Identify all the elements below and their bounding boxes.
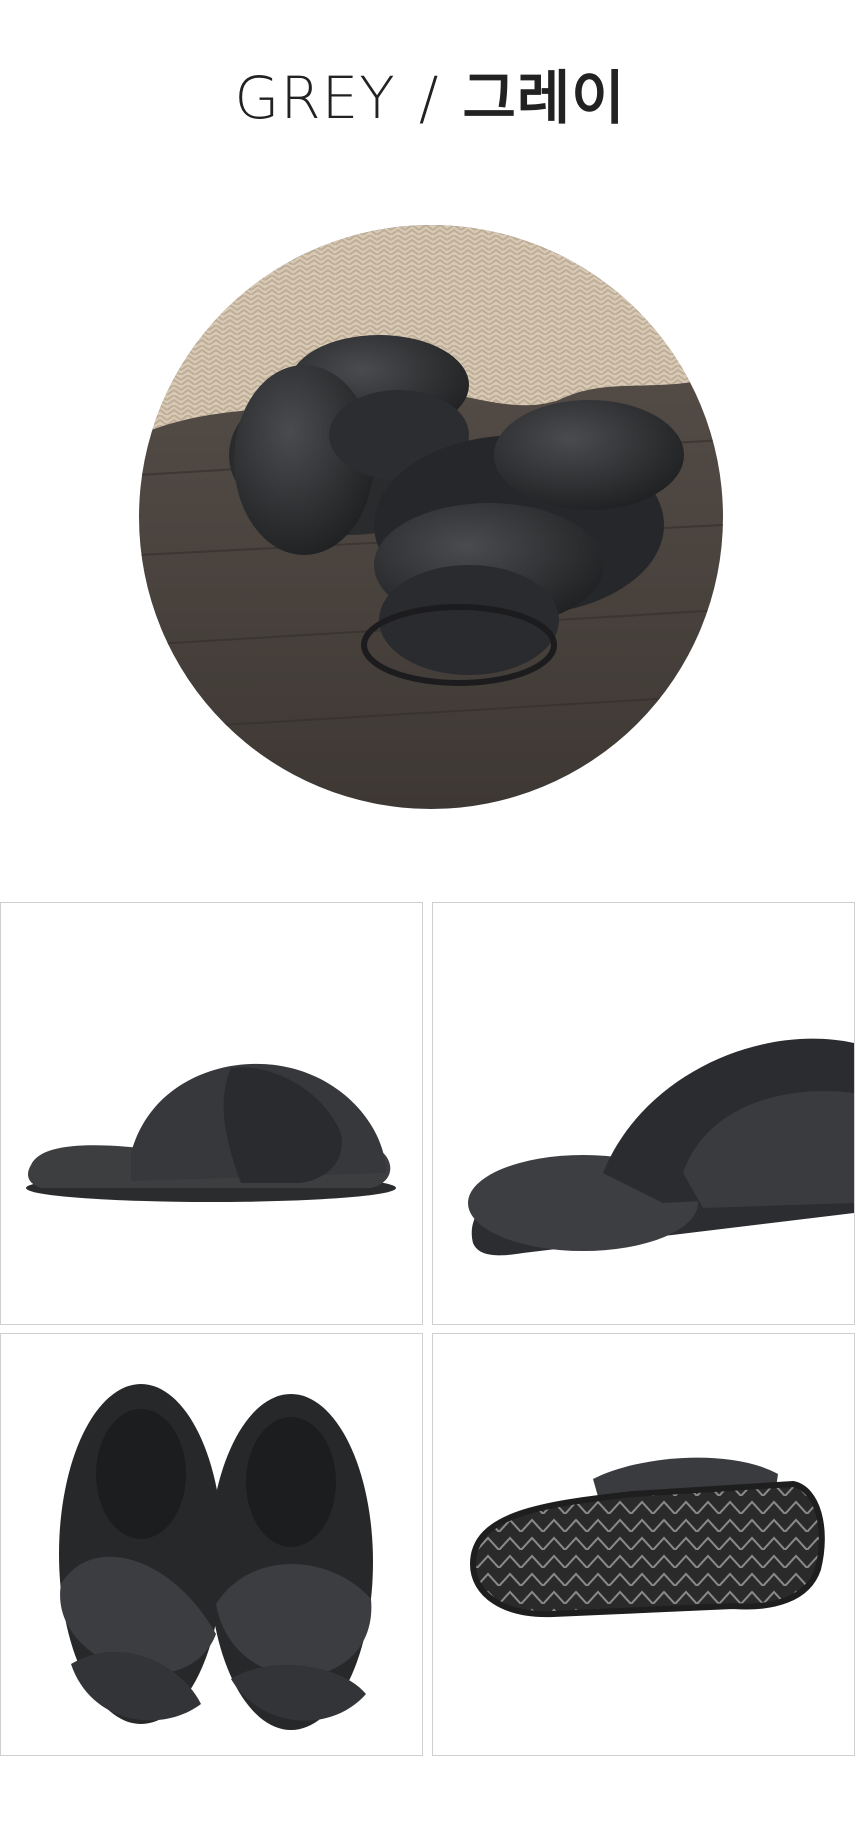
slippers-top-illustration xyxy=(59,1384,373,1730)
hero-slippers-illustration xyxy=(139,225,723,809)
color-name-korean: 그레이 xyxy=(462,64,626,132)
color-name-english: GREY xyxy=(234,64,396,132)
color-option-title: GREY / 그레이 xyxy=(0,62,860,135)
hero-product-photo xyxy=(139,225,723,809)
color-name-separator: / xyxy=(418,64,440,132)
product-photo-side xyxy=(0,902,423,1325)
slipper-angle-illustration xyxy=(468,1038,854,1256)
product-photo-angle xyxy=(432,902,855,1325)
slipper-sole-illustration xyxy=(469,1457,825,1618)
product-photo-sole xyxy=(432,1333,855,1756)
slipper-side-illustration xyxy=(26,1063,396,1202)
product-photo-top xyxy=(0,1333,423,1756)
